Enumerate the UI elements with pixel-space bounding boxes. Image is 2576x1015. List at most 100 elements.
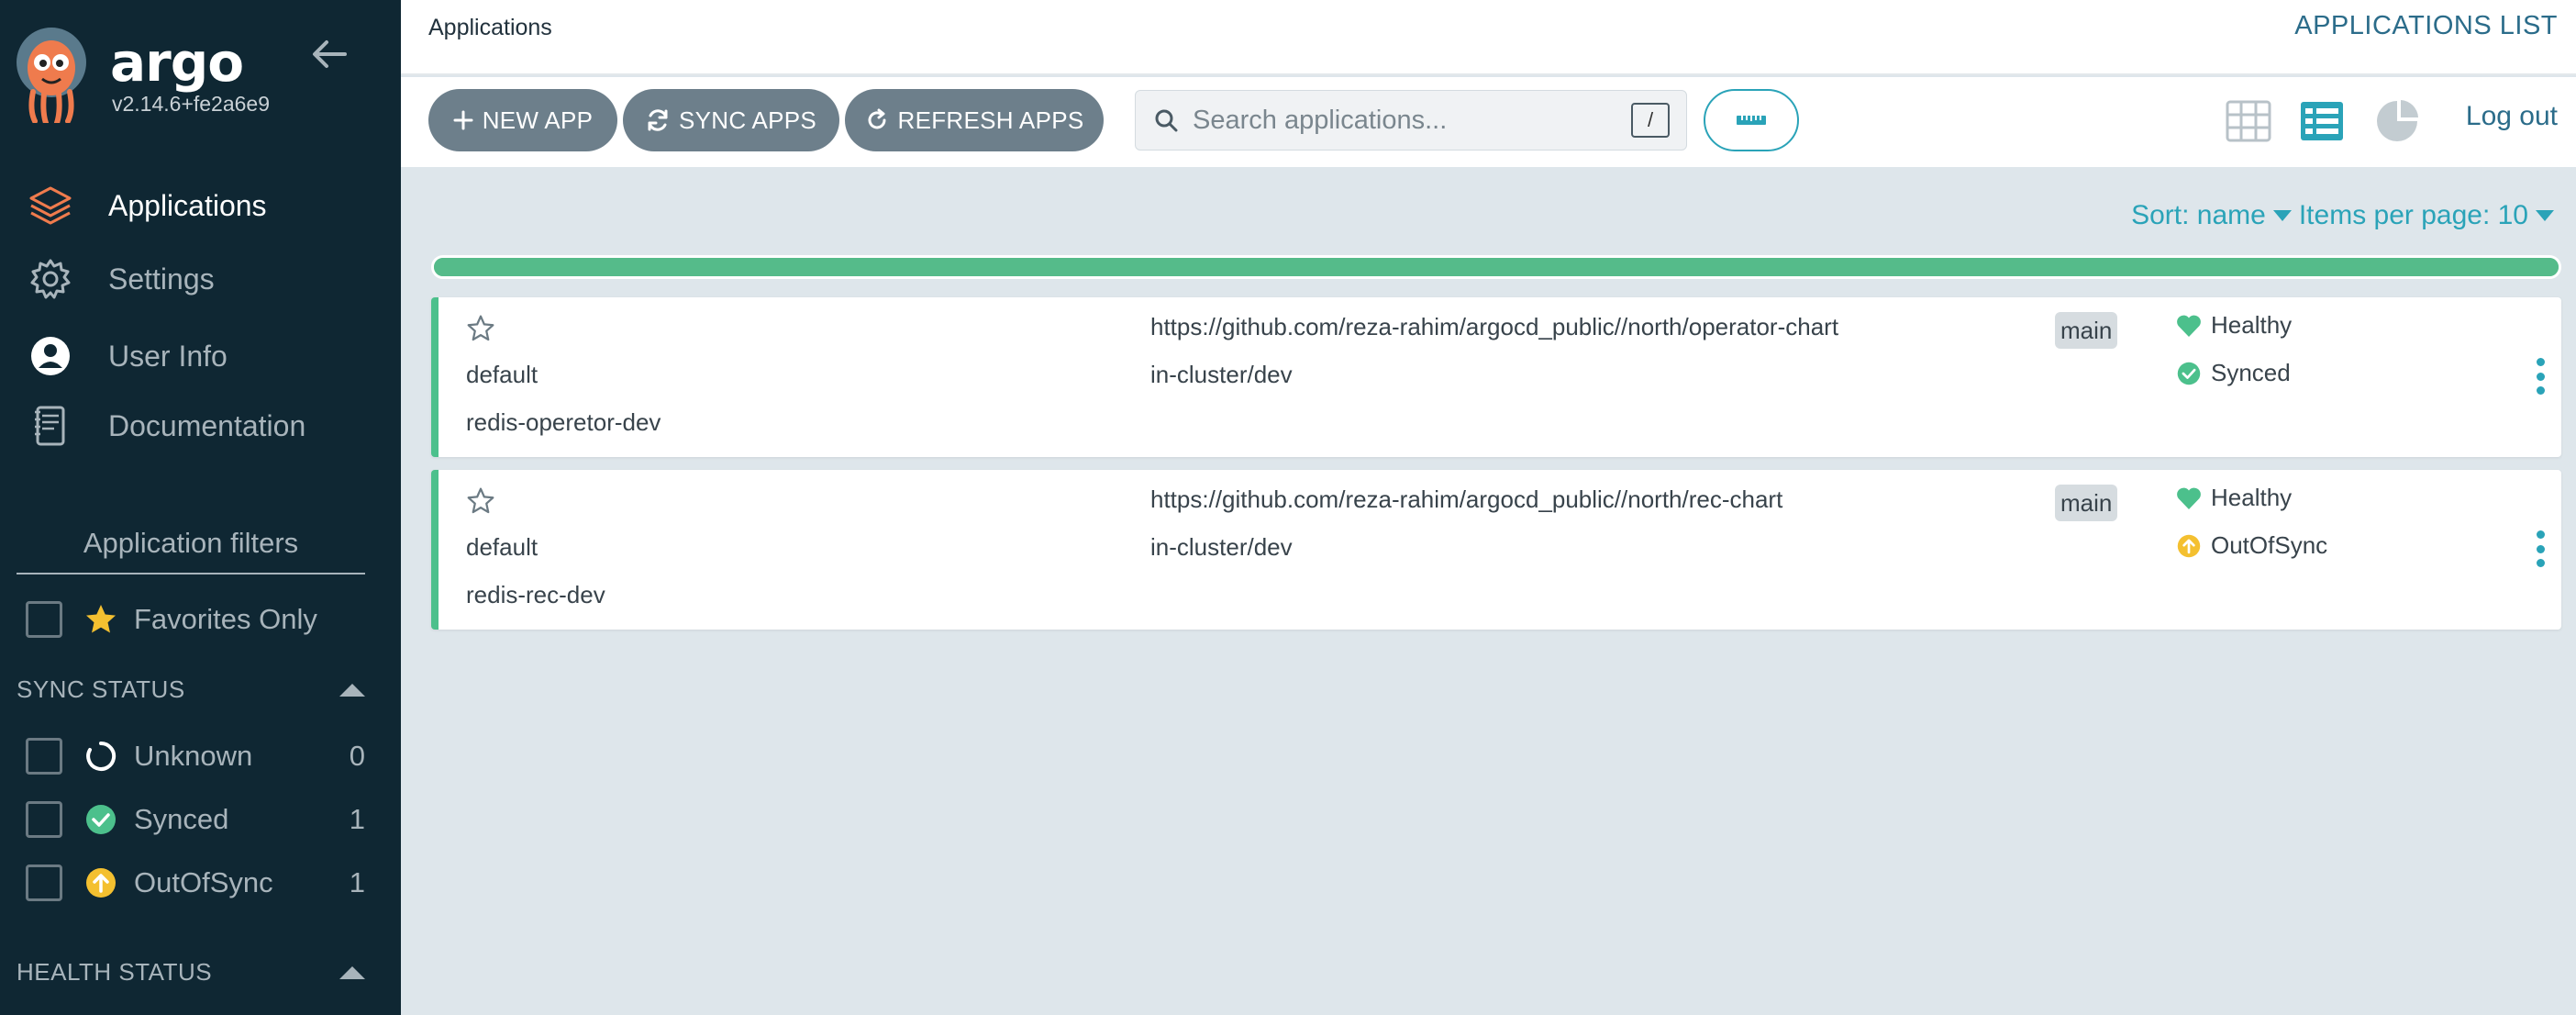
- app-row[interactable]: default redis-rec-dev https://github.com…: [431, 470, 2561, 630]
- sync-filter-unknown[interactable]: Unknown 0: [26, 735, 365, 777]
- sync-synced-label: Synced: [134, 803, 229, 835]
- favorites-label: Favorites Only: [134, 603, 317, 635]
- favorites-checkbox[interactable]: [26, 601, 62, 638]
- revision-badge: main: [2055, 312, 2118, 349]
- sync-apps-label: SYNC APPS: [678, 106, 817, 134]
- check-circle-icon: [2176, 361, 2202, 386]
- nav-label: User Info: [108, 339, 228, 373]
- app-repo-url[interactable]: https://github.com/reza-rahim/argocd_pub…: [1150, 485, 1782, 514]
- sync-apps-button[interactable]: SYNC APPS: [623, 89, 839, 151]
- sync-outofsync-label: OutOfSync: [134, 866, 273, 898]
- nav-user-info[interactable]: User Info: [28, 330, 228, 382]
- refresh-icon: [865, 108, 889, 132]
- more-options-icon[interactable]: [2534, 358, 2547, 395]
- star-outline-icon[interactable]: [466, 486, 495, 516]
- app-name[interactable]: redis-rec-dev: [466, 581, 605, 609]
- stack-icon: [28, 183, 73, 229]
- app-name[interactable]: redis-operetor-dev: [466, 408, 661, 437]
- sync-outofsync-checkbox[interactable]: [26, 864, 62, 901]
- nav-label: Settings: [108, 262, 215, 296]
- heart-icon: [2176, 485, 2202, 511]
- brand-name: argo: [110, 31, 244, 94]
- check-circle-icon: [84, 803, 117, 836]
- search-input[interactable]: [1193, 105, 1631, 136]
- sync-unknown-checkbox[interactable]: [26, 738, 62, 775]
- sync-filter-synced[interactable]: Synced 1: [26, 798, 365, 841]
- health-status: Healthy: [2176, 311, 2292, 340]
- list-view-icon[interactable]: [2298, 97, 2346, 145]
- favorites-filter[interactable]: Favorites Only: [26, 598, 365, 641]
- app-destination: in-cluster/dev: [1150, 533, 1293, 561]
- gear-icon: [28, 256, 73, 302]
- toolbar: NEW APP SYNC APPS REFRESH APPS / Log out: [401, 77, 2576, 167]
- sync-status-heading: SYNC STATUS: [17, 675, 365, 704]
- app-row[interactable]: default redis-operetor-dev https://githu…: [431, 297, 2561, 457]
- sync-status: Synced: [2176, 359, 2291, 387]
- star-outline-icon[interactable]: [466, 314, 495, 343]
- sync-synced-checkbox[interactable]: [26, 801, 62, 838]
- app-repo-url[interactable]: https://github.com/reza-rahim/argocd_pub…: [1150, 313, 1838, 341]
- health-status-title: HEALTH STATUS: [17, 958, 213, 986]
- star-filled-icon: [84, 603, 117, 636]
- arrow-up-circle-icon: [2176, 533, 2202, 559]
- search-box: /: [1135, 90, 1687, 151]
- nav-documentation[interactable]: Documentation: [28, 400, 305, 452]
- sync-outofsync-count: 1: [349, 866, 365, 898]
- filter-toggle-button[interactable]: [1704, 89, 1799, 151]
- app-project: default: [466, 533, 539, 561]
- tiles-view-icon[interactable]: [2225, 97, 2272, 145]
- sync-label: Synced: [2211, 359, 2291, 386]
- ruler-icon: [1736, 113, 1767, 128]
- app-destination: in-cluster/dev: [1150, 361, 1293, 388]
- sync-icon: [646, 108, 670, 132]
- sync-label: OutOfSync: [2211, 531, 2328, 559]
- sort-dropdown[interactable]: Sort: name: [2131, 200, 2266, 231]
- refresh-apps-label: REFRESH APPS: [897, 106, 1084, 134]
- book-icon: [28, 403, 73, 449]
- user-icon: [28, 333, 73, 379]
- search-shortcut-key: /: [1631, 103, 1670, 138]
- plus-icon: [453, 110, 473, 130]
- sync-unknown-count: 0: [349, 740, 365, 772]
- items-per-page-dropdown[interactable]: Items per page: 10: [2299, 200, 2528, 231]
- status-summary-bar: [431, 255, 2561, 279]
- pie-chart-view-icon[interactable]: [2373, 97, 2421, 145]
- argo-logo[interactable]: [15, 28, 88, 126]
- application-filters-title: Application filters: [17, 527, 365, 574]
- search-icon: [1154, 108, 1178, 132]
- collapse-sidebar-icon[interactable]: [308, 33, 350, 75]
- refresh-apps-button[interactable]: REFRESH APPS: [845, 89, 1104, 151]
- sync-status-title: SYNC STATUS: [17, 675, 185, 703]
- page-title: APPLICATIONS LIST: [2294, 11, 2558, 40]
- chevron-down-icon[interactable]: [2536, 210, 2554, 221]
- health-label: Healthy: [2211, 311, 2293, 339]
- sync-status: OutOfSync: [2176, 531, 2327, 560]
- chevron-down-icon[interactable]: [2272, 210, 2292, 221]
- more-options-icon[interactable]: [2534, 530, 2547, 567]
- nav-label: Applications: [108, 188, 267, 222]
- sync-synced-count: 1: [349, 803, 365, 835]
- list-controls: Sort: name Items per page: 10: [2131, 200, 2561, 231]
- version-label: v2.14.6+fe2a6e9: [112, 92, 271, 116]
- collapse-section-icon[interactable]: [339, 965, 365, 979]
- circle-notch-icon: [84, 740, 117, 773]
- sync-filter-outofsync[interactable]: OutOfSync 1: [26, 862, 365, 904]
- sidebar: argo v2.14.6+fe2a6e9 Applications Settin…: [0, 0, 401, 1015]
- heart-icon: [2176, 313, 2202, 339]
- new-app-button[interactable]: NEW APP: [428, 89, 617, 151]
- sync-unknown-label: Unknown: [134, 740, 253, 772]
- nav-settings[interactable]: Settings: [28, 253, 215, 305]
- arrow-up-circle-icon: [84, 866, 117, 899]
- logout-link[interactable]: Log out: [2466, 101, 2558, 132]
- top-bar: Applications APPLICATIONS LIST: [401, 0, 2576, 75]
- revision-badge: main: [2055, 485, 2118, 521]
- health-label: Healthy: [2211, 484, 2293, 511]
- health-status: Healthy: [2176, 484, 2292, 512]
- nav-applications[interactable]: Applications: [28, 180, 267, 231]
- health-status-heading: HEALTH STATUS: [17, 958, 365, 987]
- collapse-section-icon[interactable]: [339, 683, 365, 697]
- app-project: default: [466, 361, 539, 388]
- new-app-label: NEW APP: [482, 106, 594, 134]
- breadcrumb[interactable]: Applications: [428, 15, 552, 41]
- healthy-portion: [434, 258, 2559, 276]
